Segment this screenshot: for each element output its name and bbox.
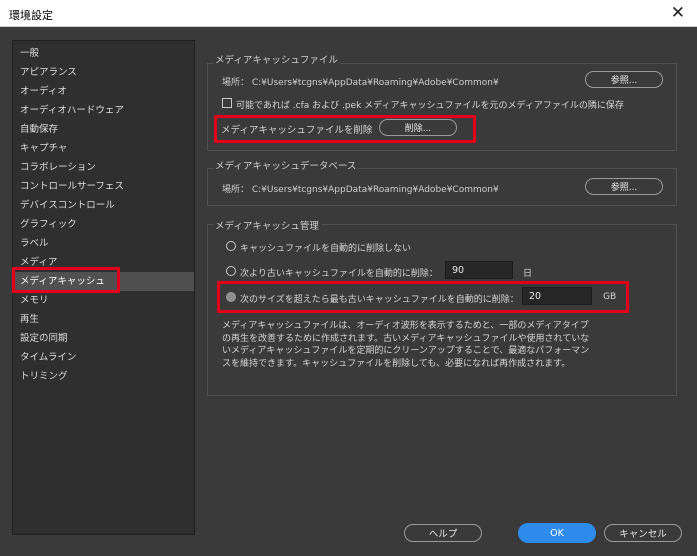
sidebar-item-labels[interactable]: ラベル xyxy=(13,234,194,253)
sidebar-item-trim[interactable]: トリミング xyxy=(13,367,194,386)
save-next-to-originals-label: 可能であれば .cfa および .pek メディアキャッシュファイルを元のメディ… xyxy=(236,101,624,111)
sidebar-item-control-surface[interactable]: コントロールサーフェス xyxy=(13,177,194,196)
save-next-to-originals-checkbox[interactable] xyxy=(222,98,232,108)
sidebar-item-playback[interactable]: 再生 xyxy=(13,310,194,329)
sidebar-item-timeline[interactable]: タイムライン xyxy=(13,348,194,367)
never-delete-label: キャッシュファイルを自動的に削除しない xyxy=(240,244,412,254)
sidebar-item-audio-hardware[interactable]: オーディオハードウェア xyxy=(13,101,194,120)
highlight-box-size-option xyxy=(217,281,629,313)
delete-older-label: 次より古いキャッシュファイルを自動的に削除： xyxy=(240,269,438,279)
sidebar-item-appearance[interactable]: アピアランス xyxy=(13,63,194,82)
sidebar-item-autosave[interactable]: 自動保存 xyxy=(13,120,194,139)
cache-db-browse-button[interactable]: 参照... xyxy=(585,178,663,195)
highlight-box-sidebar xyxy=(12,267,120,293)
sidebar-item-graphics[interactable]: グラフィック xyxy=(13,215,194,234)
sidebar-item-audio[interactable]: オーディオ xyxy=(13,82,194,101)
title-bar: 環境設定 ✕ xyxy=(0,0,697,27)
ok-button[interactable]: OK xyxy=(518,523,596,543)
days-unit-label: 日 xyxy=(523,269,533,279)
window-title: 環境設定 xyxy=(9,9,53,22)
sidebar-item-collaboration[interactable]: コラボレーション xyxy=(13,158,194,177)
never-delete-radio[interactable] xyxy=(226,241,236,251)
delete-older-days-input[interactable] xyxy=(445,261,513,279)
sidebar-item-capture[interactable]: キャプチャ xyxy=(13,139,194,158)
help-button[interactable]: ヘルプ xyxy=(404,524,482,542)
sidebar-item-memory[interactable]: メモリ xyxy=(13,291,194,310)
sidebar-item-sync-settings[interactable]: 設定の同期 xyxy=(13,329,194,348)
cache-db-title: メディアキャッシュデータベース xyxy=(213,158,359,172)
cache-files-title: メディアキャッシュファイル xyxy=(213,52,340,66)
delete-older-radio[interactable] xyxy=(226,266,236,276)
cache-files-location: 場所： C:¥Users¥tcgns¥AppData¥Roaming¥Adobe… xyxy=(222,78,499,88)
cache-files-browse-button[interactable]: 参照... xyxy=(585,71,663,88)
cache-description: メディアキャッシュファイルは、オーディオ波形を表示するためと、一部のメディアタイ… xyxy=(222,321,590,369)
highlight-box-delete xyxy=(214,115,476,143)
cancel-button[interactable]: キャンセル xyxy=(604,524,682,542)
sidebar-item-device-control[interactable]: デバイスコントロール xyxy=(13,196,194,215)
cache-mgmt-title: メディアキャッシュ管理 xyxy=(213,218,321,232)
close-icon[interactable]: ✕ xyxy=(671,3,685,23)
cache-db-location: 場所： C:¥Users¥tcgns¥AppData¥Roaming¥Adobe… xyxy=(222,185,499,195)
sidebar-item-general[interactable]: 一般 xyxy=(13,44,194,63)
